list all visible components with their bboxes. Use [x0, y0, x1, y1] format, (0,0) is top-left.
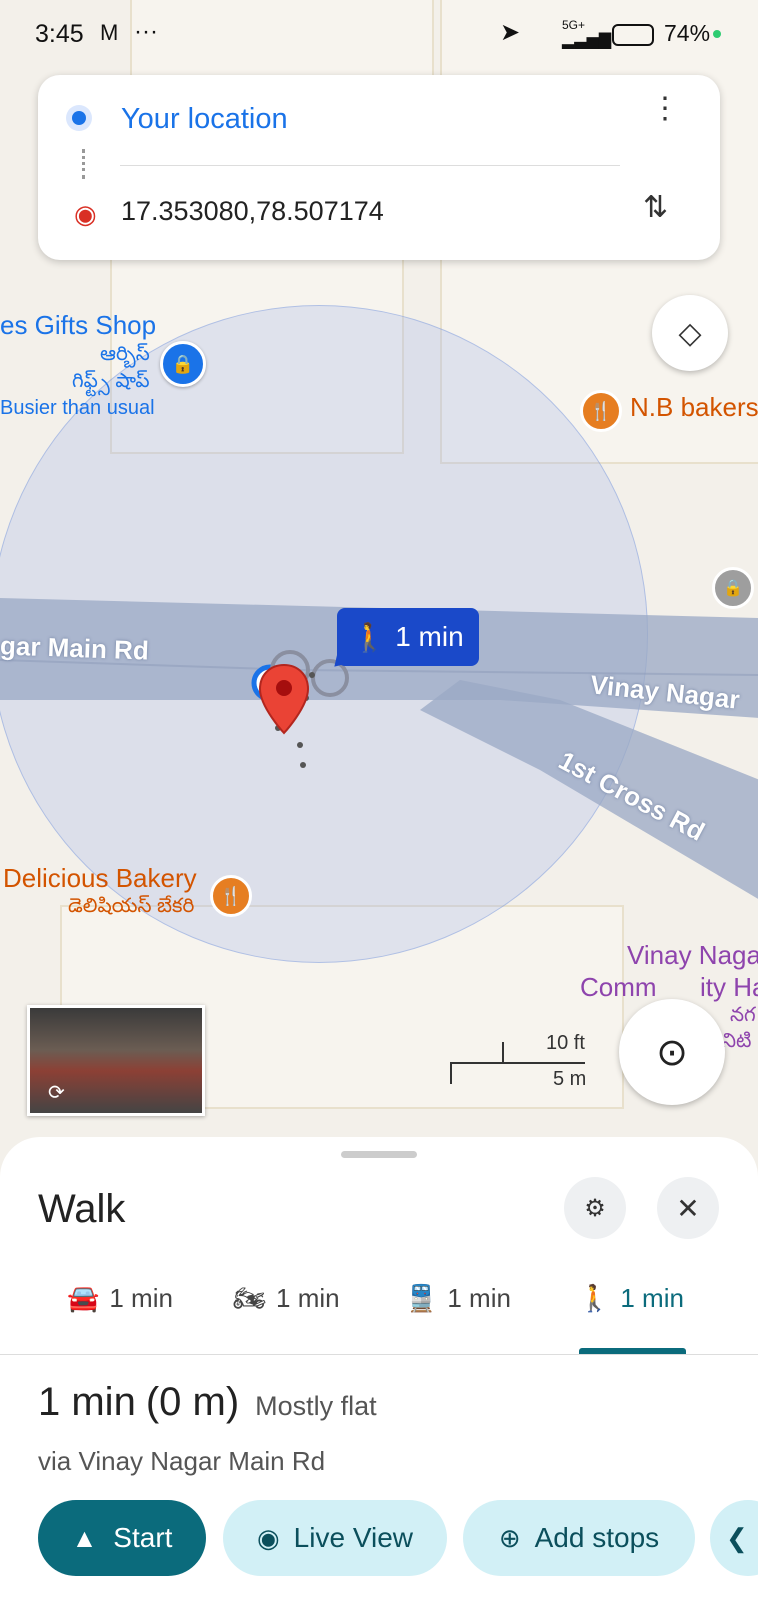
summary-line: 1 min (0 m) Mostly flat	[38, 1380, 377, 1425]
destination-pin-icon[interactable]	[258, 663, 310, 735]
walk-icon: 🚶	[352, 621, 388, 653]
mode-tab-transit[interactable]: 🚆 1 min	[405, 1283, 511, 1314]
street-view-icon: ⟳	[48, 1082, 65, 1104]
walk-time-badge[interactable]: 🚶 1 min	[337, 608, 479, 666]
battery-icon	[612, 24, 654, 46]
live-view-label: Live View	[293, 1522, 413, 1553]
add-stops-button[interactable]: ⊕ Add stops	[463, 1500, 695, 1576]
scale-line	[450, 1062, 585, 1064]
scale-tick	[502, 1042, 504, 1062]
layers-button[interactable]: ◇	[652, 295, 728, 371]
car-icon: 🚘	[67, 1283, 100, 1313]
more-notifications: ···	[134, 18, 158, 45]
route-options-button[interactable]: ⚙	[564, 1177, 626, 1239]
walk-badge-time: 1 min	[395, 621, 464, 652]
navigation-arrow-icon: ▲	[71, 1522, 98, 1553]
signal-icon: ▂▃▅▇	[562, 32, 612, 49]
live-view-icon: ◉	[256, 1522, 280, 1553]
terrain-label: Mostly flat	[255, 1391, 377, 1421]
location-arrow-icon: ➤	[500, 19, 521, 46]
motorbike-icon: 🏍	[233, 1283, 267, 1313]
field-divider	[120, 165, 620, 166]
mode-time-motorbike: 1 min	[276, 1283, 340, 1313]
camera-dot	[713, 30, 721, 38]
destination-pin-small-icon: ◉	[74, 199, 97, 229]
street-view-thumbnail[interactable]: ⟳	[27, 1005, 205, 1116]
gmail-icon: M	[100, 20, 119, 45]
status-bar: 3:45 M ··· ➤ 5G+ ▂▃▅▇ 74%	[0, 0, 758, 66]
share-icon: ❮	[726, 1522, 748, 1553]
more-options-icon[interactable]: ⋮	[650, 94, 680, 124]
mode-tab-drive[interactable]: 🚘 1 min	[67, 1283, 173, 1314]
swap-icon[interactable]: ⇅	[643, 190, 668, 225]
add-stop-icon: ⊕	[498, 1522, 521, 1553]
start-button[interactable]: ▲ Start	[38, 1500, 206, 1576]
close-button[interactable]: ✕	[657, 1177, 719, 1239]
mode-time-walk: 1 min	[620, 1283, 684, 1313]
mode-time-transit: 1 min	[447, 1283, 511, 1313]
start-label: Start	[113, 1522, 173, 1553]
origin-field[interactable]: Your location	[121, 103, 288, 136]
mode-tab-motorbike[interactable]: 🏍 1 min	[233, 1283, 340, 1314]
crosshair-icon: ⊙	[656, 1031, 688, 1074]
scale-ft: 10 ft	[546, 1032, 585, 1054]
battery-level: 74%	[664, 20, 711, 46]
sheet-handle[interactable]	[341, 1151, 417, 1158]
live-view-button[interactable]: ◉ Live View	[223, 1500, 447, 1576]
sliders-icon: ⚙	[584, 1194, 606, 1222]
connector-dots	[82, 149, 89, 179]
mode-time-drive: 1 min	[109, 1283, 173, 1313]
status-time: 3:45	[35, 20, 84, 48]
directions-card: Your location ◉ 17.353080,78.507174 ⋮ ⇅	[38, 75, 720, 260]
mode-tab-walk[interactable]: 🚶 1 min	[578, 1283, 684, 1314]
scale-m: 5 m	[553, 1068, 587, 1090]
layers-icon: ◇	[678, 316, 702, 350]
recenter-button[interactable]: ⊙	[619, 999, 725, 1105]
via-text: via Vinay Nagar Main Rd	[38, 1446, 326, 1476]
add-stops-label: Add stops	[534, 1522, 660, 1553]
close-icon: ✕	[676, 1192, 700, 1224]
tabs-divider	[0, 1354, 758, 1355]
walk-icon: 🚶	[578, 1283, 611, 1313]
scale-tick	[450, 1062, 452, 1084]
sheet-title: Walk	[38, 1187, 126, 1231]
summary-distance: (0 m)	[145, 1380, 240, 1424]
origin-dot-icon	[72, 111, 86, 125]
transit-icon: 🚆	[405, 1283, 438, 1313]
summary-time: 1 min	[38, 1380, 136, 1424]
destination-field[interactable]: 17.353080,78.507174	[121, 196, 384, 227]
